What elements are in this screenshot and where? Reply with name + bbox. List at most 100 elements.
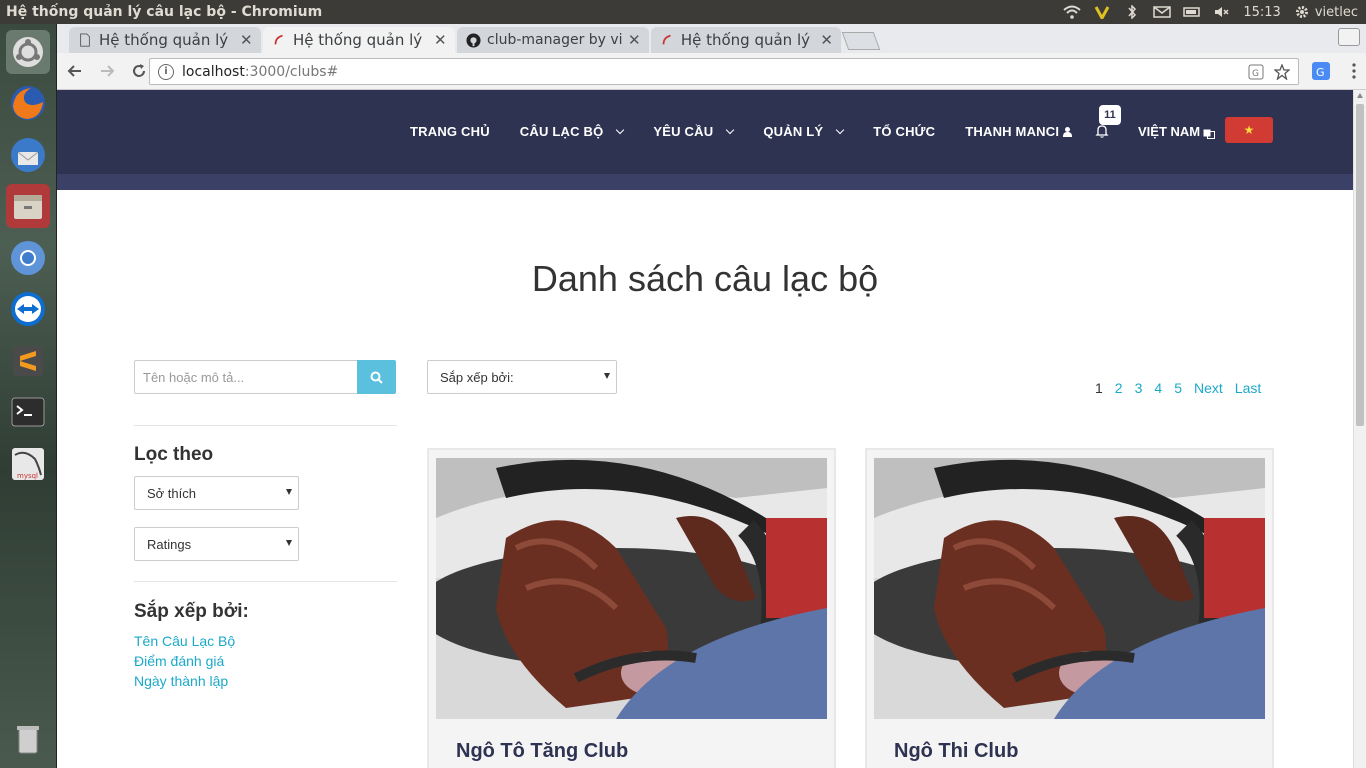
star-icon: ★ xyxy=(1243,123,1255,137)
terminal-icon[interactable] xyxy=(6,390,50,434)
search-input[interactable]: Tên hoặc mô tả... xyxy=(134,360,358,394)
divider xyxy=(134,425,397,426)
back-button[interactable] xyxy=(61,57,89,85)
launcher: mysql xyxy=(0,24,57,768)
sort-select[interactable]: Sắp xếp bởi: xyxy=(427,360,617,394)
bluetooth-icon[interactable] xyxy=(1123,5,1141,19)
tab-2[interactable]: Hệ thống quản lý ✕ xyxy=(263,27,455,53)
page-link[interactable]: 2 xyxy=(1115,380,1123,396)
nav-organization[interactable]: TỔ CHỨC xyxy=(873,124,935,139)
nav-manage[interactable]: QUẢN LÝ xyxy=(763,124,845,139)
info-icon[interactable]: i xyxy=(158,63,174,80)
trash-icon[interactable] xyxy=(6,716,50,760)
new-tab-button[interactable] xyxy=(841,32,881,50)
clock[interactable]: 15:13 xyxy=(1243,5,1280,20)
divider xyxy=(134,581,397,582)
scroll-up-arrow-icon[interactable] xyxy=(1357,93,1363,98)
page-scrollbar[interactable] xyxy=(1353,90,1366,768)
tab-label: Hệ thống quản lý xyxy=(680,31,811,49)
nav-label: TRANG CHỦ xyxy=(410,124,490,139)
profile-icon[interactable] xyxy=(1338,28,1360,46)
notification-badge[interactable]: 11 xyxy=(1099,105,1121,125)
sort-by-name-link[interactable]: Tên Câu Lạc Bộ xyxy=(134,633,235,649)
page-link[interactable]: 3 xyxy=(1135,380,1143,396)
dash-icon[interactable] xyxy=(6,30,50,74)
filter-heading: Lọc theo xyxy=(134,444,214,465)
google-translate-extension-icon[interactable]: G xyxy=(1312,62,1330,80)
dropdown-arrow-icon xyxy=(286,540,292,546)
sublime-icon[interactable] xyxy=(6,339,50,383)
tab-4[interactable]: Hệ thống quản lý ✕ xyxy=(651,27,841,53)
mysql-workbench-icon[interactable]: mysql xyxy=(6,442,50,486)
mail-icon[interactable] xyxy=(1153,5,1172,19)
nav-label: QUẢN LÝ xyxy=(763,124,824,139)
github-icon xyxy=(465,32,481,48)
club-name[interactable]: Ngô Thi Club xyxy=(894,740,1018,763)
club-name[interactable]: Ngô Tô Tăng Club xyxy=(456,740,628,763)
nav-clubs[interactable]: CÂU LẠC BỘ xyxy=(520,124,625,139)
url-path: :3000/clubs# xyxy=(244,63,339,80)
page-link[interactable]: 5 xyxy=(1174,380,1182,396)
sort-by-date-link[interactable]: Ngày thành lập xyxy=(134,673,228,689)
tab-1[interactable]: Hệ thống quản lý ✕ xyxy=(69,27,261,53)
club-image[interactable] xyxy=(874,458,1265,719)
sort-by-rating-link[interactable]: Điểm đánh giá xyxy=(134,653,224,669)
ratings-select-value: Ratings xyxy=(147,536,192,552)
star-icon[interactable] xyxy=(1274,63,1290,80)
club-card[interactable]: Ngô Tô Tăng Club xyxy=(427,448,836,768)
hobby-select[interactable]: Sở thích xyxy=(134,476,299,510)
files-icon[interactable] xyxy=(6,184,50,228)
search-button[interactable] xyxy=(357,360,396,394)
address-bar[interactable]: i localhost:3000/clubs# G xyxy=(149,58,1299,85)
user-menu[interactable]: vietlec xyxy=(1293,5,1358,20)
navbar-subbar xyxy=(57,174,1353,190)
hobby-select-value: Sở thích xyxy=(147,485,196,501)
nav-user[interactable]: THANH MANCI xyxy=(965,124,1073,139)
club-card[interactable]: Ngô Thi Club xyxy=(865,448,1274,768)
page-next[interactable]: Next xyxy=(1194,380,1223,396)
rails-icon xyxy=(659,32,675,48)
thunderbird-icon[interactable] xyxy=(6,133,50,177)
tab-3[interactable]: club-manager by vi ✕ xyxy=(457,27,649,53)
more-menu-icon[interactable] xyxy=(1352,63,1356,79)
nav-requests[interactable]: YÊU CẦU xyxy=(653,124,735,139)
scrollbar-thumb[interactable] xyxy=(1356,104,1364,426)
pagination: 1 2 3 4 5 Next Last xyxy=(1095,380,1261,396)
gear-icon xyxy=(1293,5,1311,19)
chevron-down-icon xyxy=(616,125,625,134)
tab-strip: Hệ thống quản lý ✕ Hệ thống quản lý ✕ cl… xyxy=(57,24,1366,53)
ratings-select[interactable]: Ratings xyxy=(134,527,299,561)
close-icon[interactable]: ✕ xyxy=(240,31,253,49)
close-icon[interactable]: ✕ xyxy=(628,31,641,49)
svg-text:G: G xyxy=(1316,66,1325,79)
window-title: Hệ thống quản lý câu lạc bộ - Chromium xyxy=(6,4,323,20)
user-name: vietlec xyxy=(1314,4,1358,20)
os-top-panel: Hệ thống quản lý câu lạc bộ - Chromium 1… xyxy=(0,0,1366,24)
nav-label: YÊU CẦU xyxy=(653,124,714,139)
language-switcher[interactable]: VIỆT NAM xyxy=(1138,124,1216,139)
volume-icon[interactable] xyxy=(1213,5,1231,19)
close-icon[interactable]: ✕ xyxy=(434,31,447,49)
translate-icon[interactable]: G xyxy=(1248,64,1264,80)
forward-button[interactable] xyxy=(93,57,121,85)
sort-heading: Sắp xếp bởi: xyxy=(134,601,249,622)
user-icon xyxy=(1063,126,1073,137)
vietnam-flag-button[interactable]: ★ xyxy=(1225,117,1273,143)
battery-icon[interactable] xyxy=(1183,5,1201,19)
dropdown-arrow-icon xyxy=(286,489,292,495)
close-icon[interactable]: ✕ xyxy=(820,31,833,49)
updates-icon[interactable] xyxy=(1093,5,1111,19)
bell-icon[interactable] xyxy=(1094,123,1110,139)
tab-label: club-manager by vi xyxy=(487,32,622,48)
club-image[interactable] xyxy=(436,458,827,719)
nav-label: THANH MANCI xyxy=(965,124,1060,139)
tab-label: Hệ thống quản lý xyxy=(99,31,229,49)
page-current: 1 xyxy=(1095,380,1103,396)
page-last[interactable]: Last xyxy=(1235,380,1261,396)
wifi-icon[interactable] xyxy=(1063,5,1082,19)
firefox-icon[interactable] xyxy=(6,81,50,125)
page-link[interactable]: 4 xyxy=(1154,380,1162,396)
nav-home[interactable]: TRANG CHỦ xyxy=(410,124,490,139)
teamviewer-icon[interactable] xyxy=(6,287,50,331)
chromium-icon[interactable] xyxy=(6,236,50,280)
